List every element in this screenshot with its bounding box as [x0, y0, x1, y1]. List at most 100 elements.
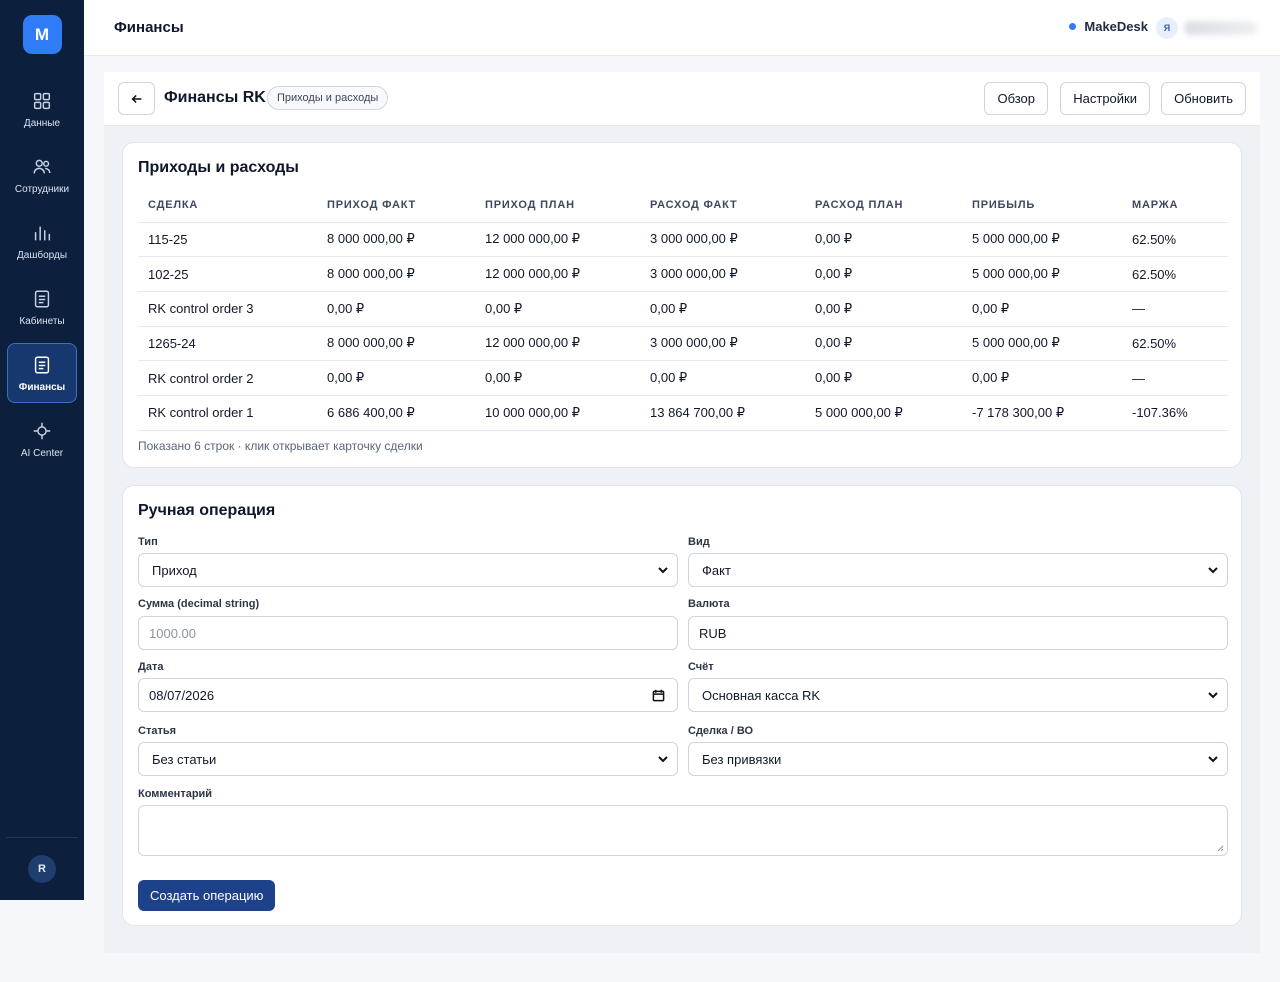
table-cell: 5 000 000,00 ₽: [805, 395, 962, 431]
table-cell: 0,00 ₽: [805, 360, 962, 396]
table-cell: —: [1122, 291, 1228, 327]
table-cell: 62.50%: [1122, 256, 1228, 292]
sidebar-item-cabinets[interactable]: Кабинеты: [7, 277, 77, 337]
top-user-avatar[interactable]: Я: [1156, 17, 1178, 39]
sidebar-item-label: AI Center: [20, 447, 64, 459]
sidebar-item-label: Кабинеты: [19, 315, 65, 327]
type-select[interactable]: Приход: [138, 553, 678, 587]
type-select-value: Приход: [152, 562, 197, 578]
page-tag: Приходы и расходы: [267, 86, 389, 110]
amount-input[interactable]: 1000.00: [138, 616, 678, 650]
sidebar-item-employees[interactable]: Сотрудники: [7, 145, 77, 205]
column-header-expense-plan[interactable]: РАСХОД ПЛАН: [805, 189, 962, 223]
chevron-down-icon: [657, 753, 669, 765]
table-row[interactable]: 102-25 8 000 000,00 ₽ 12 000 000,00 ₽ 3 …: [138, 256, 1228, 292]
app-logo[interactable]: M: [22, 15, 62, 54]
card-title: Приходы и расходы: [138, 159, 299, 176]
table-cell: 8 000 000,00 ₽: [317, 222, 475, 258]
refresh-button[interactable]: Обновить: [1161, 82, 1246, 115]
table-cell: 3 000 000,00 ₽: [640, 256, 805, 292]
table-cell: RK control order 2: [138, 360, 317, 396]
date-input[interactable]: 08/07/2026: [138, 678, 678, 712]
table-row[interactable]: RK control order 2 0,00 ₽ 0,00 ₽ 0,00 ₽ …: [138, 360, 1228, 396]
table-row[interactable]: 115-25 8 000 000,00 ₽ 12 000 000,00 ₽ 3 …: [138, 222, 1228, 258]
resize-handle-icon[interactable]: [1217, 845, 1224, 852]
table-cell: -7 178 300,00 ₽: [962, 395, 1122, 431]
document-icon: [34, 289, 50, 308]
account-select-value: Основная касса RK: [702, 687, 821, 703]
table-cell: 62.50%: [1122, 326, 1228, 362]
article-label: Статья: [138, 725, 177, 737]
deal-select-value: Без привязки: [702, 751, 782, 767]
column-header-expense-fact[interactable]: РАСХОД ФАКТ: [640, 189, 805, 223]
table-cell: 5 000 000,00 ₽: [962, 256, 1122, 292]
currency-value: RUB: [699, 625, 727, 641]
table-row[interactable]: RK control order 3 0,00 ₽ 0,00 ₽ 0,00 ₽ …: [138, 291, 1228, 327]
table-cell: 3 000 000,00 ₽: [640, 326, 805, 362]
column-header-margin[interactable]: МАРЖА: [1122, 189, 1228, 223]
sidebar-item-dashboards[interactable]: Дашборды: [7, 211, 77, 271]
comment-textarea[interactable]: [138, 805, 1228, 856]
sidebar-item-label: Сотрудники: [14, 183, 70, 195]
back-button[interactable]: [118, 82, 155, 115]
table-cell: 3 000 000,00 ₽: [640, 222, 805, 258]
column-header-profit[interactable]: ПРИБЫЛЬ: [962, 189, 1122, 223]
chevron-down-icon: [1207, 689, 1219, 701]
column-header-deal[interactable]: СДЕЛКА: [138, 189, 317, 223]
table-cell: 12 000 000,00 ₽: [475, 256, 640, 292]
article-select[interactable]: Без статьи: [138, 742, 678, 776]
sidebar-item-ai-center[interactable]: AI Center: [7, 409, 77, 469]
date-value: 08/07/2026: [149, 687, 215, 703]
table-cell: 0,00 ₽: [475, 360, 640, 396]
calendar-icon[interactable]: [652, 689, 665, 702]
settings-button[interactable]: Настройки: [1060, 82, 1150, 115]
table-cell: 13 864 700,00 ₽: [640, 395, 805, 431]
amount-placeholder: 1000.00: [149, 625, 196, 641]
chevron-down-icon: [1207, 753, 1219, 765]
table-cell: 0,00 ₽: [805, 326, 962, 362]
table-cell: 115-25: [138, 222, 317, 258]
table-cell: 0,00 ₽: [317, 291, 475, 327]
sidebar: M Данные Сотрудники Дашборды Кабинеты Фи…: [0, 0, 84, 900]
table-cell: 0,00 ₽: [805, 256, 962, 292]
card-title: Ручная операция: [138, 502, 276, 519]
account-label: Счёт: [688, 661, 714, 673]
kind-select-value: Факт: [702, 562, 731, 578]
deal-select[interactable]: Без привязки: [688, 742, 1228, 776]
sidebar-item-finance[interactable]: Финансы: [7, 343, 77, 403]
table-cell: 0,00 ₽: [640, 360, 805, 396]
table-row[interactable]: 1265-24 8 000 000,00 ₽ 12 000 000,00 ₽ 3…: [138, 326, 1228, 362]
kind-select[interactable]: Факт: [688, 553, 1228, 587]
table-cell: 0,00 ₽: [805, 222, 962, 258]
arrow-left-icon: [131, 94, 141, 103]
overview-button[interactable]: Обзор: [984, 82, 1048, 115]
topbar-title: Финансы: [114, 19, 184, 36]
table-row[interactable]: RK control order 1 6 686 400,00 ₽ 10 000…: [138, 395, 1228, 431]
top-user-menu[interactable]: Я: [1156, 16, 1264, 40]
table-cell: RK control order 3: [138, 291, 317, 327]
chevron-down-icon: [1207, 564, 1219, 576]
brand-name: MakeDesk: [1084, 19, 1148, 34]
sidebar-item-data[interactable]: Данные: [7, 79, 77, 139]
create-operation-button[interactable]: Создать операцию: [138, 880, 276, 911]
table-cell: 62.50%: [1122, 222, 1228, 258]
bar-chart-icon: [34, 226, 51, 240]
manual-operation-card: Ручная операция Тип Приход Вид Факт Сумм…: [122, 485, 1242, 926]
brand: MakeDesk: [1069, 19, 1148, 34]
account-select[interactable]: Основная касса RK: [688, 678, 1228, 712]
table-cell: 5 000 000,00 ₽: [962, 222, 1122, 258]
table-cell: —: [1122, 360, 1228, 396]
user-avatar[interactable]: R: [28, 855, 56, 883]
table-cell: 8 000 000,00 ₽: [317, 256, 475, 292]
currency-input[interactable]: RUB: [688, 616, 1228, 650]
sidebar-nav: Данные Сотрудники Дашборды Кабинеты Фина…: [7, 79, 77, 475]
table-cell: 8 000 000,00 ₽: [317, 326, 475, 362]
status-dot-icon: [1069, 23, 1077, 30]
table-cell: 6 686 400,00 ₽: [317, 395, 475, 431]
column-header-income-fact[interactable]: ПРИХОД ФАКТ: [317, 189, 475, 223]
table-cell: 5 000 000,00 ₽: [962, 326, 1122, 362]
table-cell: 1265-24: [138, 326, 317, 362]
crosshair-icon: [33, 422, 51, 439]
column-header-income-plan[interactable]: ПРИХОД ПЛАН: [475, 189, 640, 223]
table-cell: 12 000 000,00 ₽: [475, 222, 640, 258]
